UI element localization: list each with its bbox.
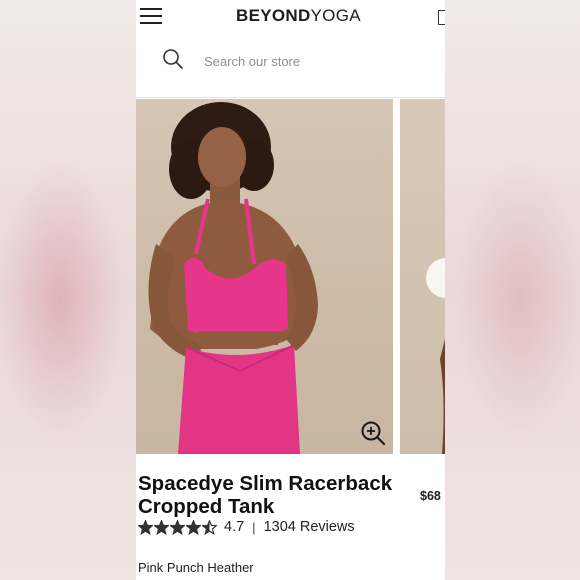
product-title: Spacedye Slim Racerback Cropped Tank xyxy=(138,472,393,518)
rating-separator: | xyxy=(252,519,256,535)
star-full-icon xyxy=(170,519,185,535)
brand-logo-beyond: BEYOND xyxy=(236,6,311,25)
brand-logo[interactable]: BEYONDYOGA xyxy=(236,6,361,26)
zoom-in-icon[interactable] xyxy=(360,420,386,446)
reviews-link[interactable]: 1304 Reviews xyxy=(264,519,355,535)
star-half-icon xyxy=(202,519,217,535)
search-bar xyxy=(136,40,445,80)
star-full-icon xyxy=(138,519,153,535)
search-input[interactable] xyxy=(202,49,426,73)
product-image-main[interactable] xyxy=(136,99,393,454)
star-full-icon xyxy=(186,519,201,535)
hamburger-menu-icon[interactable] xyxy=(140,8,162,24)
star-rating[interactable] xyxy=(138,519,217,535)
rating-value: 4.7 xyxy=(224,519,245,535)
mobile-page: BEYONDYOGA Search our store Spacedye Sli… xyxy=(136,0,445,580)
search-icon[interactable] xyxy=(162,48,184,70)
star-full-icon xyxy=(154,519,169,535)
brand-logo-yoga: YOGA xyxy=(310,6,361,25)
product-price: $68 xyxy=(420,489,441,503)
rating-row: 4.7 | 1304 Reviews xyxy=(138,518,355,536)
header-divider xyxy=(136,97,445,98)
product-photo-model xyxy=(148,102,318,454)
shopping-bag-icon[interactable] xyxy=(438,10,445,25)
selected-color-name: Pink Punch Heather xyxy=(138,560,254,575)
